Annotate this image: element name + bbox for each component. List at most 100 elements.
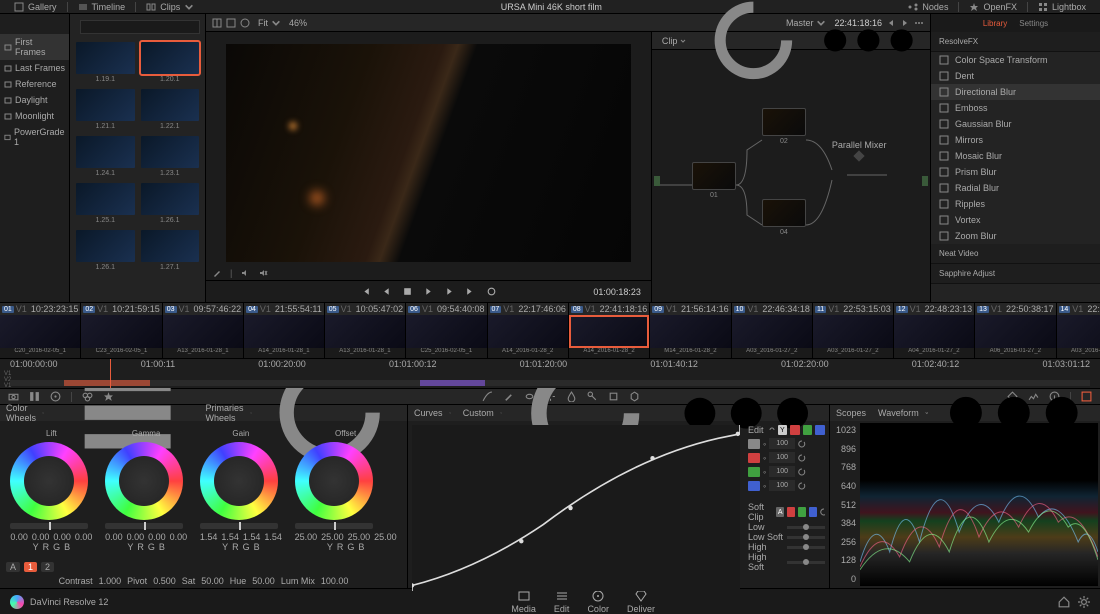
split-icon[interactable] bbox=[226, 18, 236, 28]
fx-item[interactable]: Dent bbox=[931, 68, 1100, 84]
mini-timeline[interactable]: 01:00:00:0001:00:1101:00:20:0001:01:00:1… bbox=[0, 358, 1100, 388]
fx-item[interactable]: Gaussian Blur bbox=[931, 116, 1100, 132]
fit-dropdown[interactable]: Fit bbox=[254, 18, 285, 28]
openfx-toggle[interactable]: OpenFX bbox=[961, 2, 1025, 12]
wheel-control[interactable] bbox=[200, 442, 278, 520]
scopes-mode[interactable]: Waveform bbox=[878, 408, 919, 418]
wheel-value[interactable]: 25.00 bbox=[321, 532, 344, 542]
clip-dropdown[interactable]: Clip bbox=[658, 36, 691, 46]
reset-r-icon[interactable] bbox=[798, 454, 806, 462]
fx-item[interactable]: Vortex bbox=[931, 212, 1100, 228]
fx-tab-library[interactable]: Library bbox=[983, 19, 1007, 28]
gallery-still[interactable]: 1.26.1 bbox=[141, 183, 200, 224]
graph-input[interactable] bbox=[654, 176, 660, 186]
intensity-g[interactable]: 100 bbox=[769, 466, 795, 477]
fx-item[interactable]: Directional Blur bbox=[931, 84, 1100, 100]
highsoft-slider[interactable] bbox=[787, 561, 825, 564]
sc-b[interactable] bbox=[809, 507, 817, 517]
curves-icon[interactable] bbox=[482, 391, 493, 402]
home-icon[interactable] bbox=[1058, 596, 1070, 608]
image-wipe-icon[interactable] bbox=[212, 18, 222, 28]
camera-raw-icon[interactable] bbox=[8, 391, 19, 402]
wheel-value[interactable]: 25.00 bbox=[374, 532, 397, 542]
gallery-folder[interactable]: Daylight bbox=[0, 92, 69, 108]
wheel-value[interactable]: 1.54 bbox=[243, 532, 261, 542]
gallery-folder[interactable]: First Frames bbox=[0, 34, 69, 60]
wheel-value[interactable]: 25.00 bbox=[348, 532, 371, 542]
sc-r[interactable] bbox=[787, 507, 795, 517]
gallery-still[interactable]: 1.25.1 bbox=[76, 183, 135, 224]
reset-y-icon[interactable] bbox=[798, 440, 806, 448]
page-2[interactable]: 2 bbox=[41, 562, 54, 572]
node-menu-icon[interactable] bbox=[813, 0, 924, 96]
fx-tab-settings[interactable]: Settings bbox=[1019, 19, 1048, 28]
gallery-still[interactable]: 1.20.1 bbox=[141, 42, 200, 83]
sc-all[interactable]: A bbox=[776, 507, 784, 517]
low-slider[interactable] bbox=[787, 526, 825, 529]
gallery-still[interactable]: 1.22.1 bbox=[141, 89, 200, 130]
fx-item[interactable]: Prism Blur bbox=[931, 164, 1100, 180]
stop-icon[interactable] bbox=[402, 286, 413, 297]
page-1[interactable]: 1 bbox=[24, 562, 37, 572]
fx-item[interactable]: Mosaic Blur bbox=[931, 148, 1100, 164]
wheel-master-slider[interactable] bbox=[295, 523, 373, 529]
unmute-icon[interactable] bbox=[240, 268, 250, 278]
node-01[interactable]: 01 bbox=[692, 162, 736, 190]
wheel-value[interactable]: 0.00 bbox=[170, 532, 188, 542]
parallel-mixer[interactable]: Parallel Mixer bbox=[832, 140, 887, 162]
hue-val[interactable]: 50.00 bbox=[252, 576, 275, 586]
lightbox-toggle[interactable]: Lightbox bbox=[1030, 2, 1094, 12]
gallery-search[interactable] bbox=[80, 20, 200, 34]
clip-thumbnail[interactable]: 11V122:53:15:03A03_2016-01-27_2 bbox=[813, 303, 894, 358]
sat-val[interactable]: 50.00 bbox=[201, 576, 224, 586]
curves-mode[interactable]: Custom bbox=[463, 408, 494, 418]
page-tab-deliver[interactable]: Deliver bbox=[627, 589, 655, 614]
fx-item[interactable]: Emboss bbox=[931, 100, 1100, 116]
node-02[interactable]: 02 bbox=[762, 108, 806, 136]
gallery-folder[interactable]: Moonlight bbox=[0, 108, 69, 124]
gallery-still[interactable]: 1.26.1 bbox=[76, 230, 135, 271]
wheel-master-slider[interactable] bbox=[105, 523, 183, 529]
settings-gear-icon[interactable] bbox=[1078, 596, 1090, 608]
curve-editor[interactable] bbox=[412, 425, 740, 591]
wheel-value[interactable]: 0.00 bbox=[10, 532, 28, 542]
node-04[interactable]: 04 bbox=[762, 199, 806, 227]
first-frame-icon[interactable] bbox=[360, 286, 371, 297]
wheel-value[interactable]: 25.00 bbox=[295, 532, 318, 542]
page-tab-color[interactable]: Color bbox=[587, 589, 609, 614]
wheel-control[interactable] bbox=[295, 442, 373, 520]
reset-softclip-icon[interactable] bbox=[820, 508, 825, 516]
gallery-still[interactable]: 1.21.1 bbox=[76, 89, 135, 130]
color-match-icon[interactable] bbox=[29, 391, 40, 402]
fx-item[interactable]: Ripples bbox=[931, 196, 1100, 212]
lowsoft-slider[interactable] bbox=[787, 536, 825, 539]
gallery-still[interactable]: 1.19.1 bbox=[76, 42, 135, 83]
node-graph[interactable]: Clip 01 02 04 Parallel Mixer bbox=[651, 32, 930, 302]
prev-frame-icon[interactable] bbox=[381, 286, 392, 297]
fx-category-sapphire[interactable]: Sapphire Adjust bbox=[931, 264, 1100, 284]
reset-g-icon[interactable] bbox=[798, 468, 806, 476]
wheel-control[interactable] bbox=[105, 442, 183, 520]
graph-output[interactable] bbox=[922, 176, 928, 186]
next-frame-icon[interactable] bbox=[444, 286, 455, 297]
ch-g[interactable] bbox=[803, 425, 813, 435]
gallery-folder[interactable]: Reference bbox=[0, 76, 69, 92]
wheel-value[interactable]: 1.54 bbox=[221, 532, 239, 542]
wheel-value[interactable]: 0.00 bbox=[75, 532, 93, 542]
gallery-folder[interactable]: Last Frames bbox=[0, 60, 69, 76]
wheel-value[interactable]: 0.00 bbox=[148, 532, 166, 542]
wheels-mode[interactable]: Primaries Wheels bbox=[206, 403, 244, 423]
intensity-b[interactable]: 100 bbox=[769, 480, 795, 491]
timeline-toggle[interactable]: Timeline bbox=[70, 2, 134, 12]
fx-category-resolvefx[interactable]: ResolveFX bbox=[931, 32, 1100, 52]
pivot-val[interactable]: 0.500 bbox=[153, 576, 176, 586]
gallery-folder[interactable]: PowerGrade 1 bbox=[0, 124, 69, 150]
ch-r[interactable] bbox=[790, 425, 800, 435]
gallery-still[interactable]: 1.23.1 bbox=[141, 136, 200, 177]
page-tab-media[interactable]: Media bbox=[511, 589, 536, 614]
sc-g[interactable] bbox=[798, 507, 806, 517]
fx-category-neat[interactable]: Neat Video bbox=[931, 244, 1100, 264]
playhead[interactable] bbox=[110, 359, 111, 388]
viewer-image[interactable] bbox=[226, 44, 631, 262]
wheel-control[interactable] bbox=[10, 442, 88, 520]
